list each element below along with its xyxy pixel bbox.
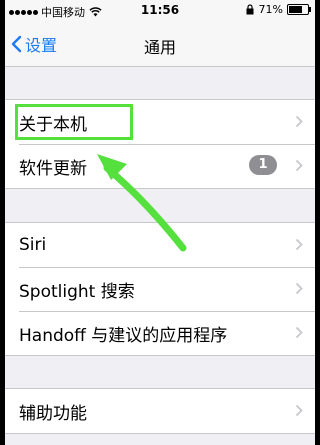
phone-screen: 中国移动 11:56 71% 设置 通用 关于本机 软件更新 1 Siri Sp… (5, 0, 315, 445)
pointer-arrow-icon (97, 154, 187, 252)
